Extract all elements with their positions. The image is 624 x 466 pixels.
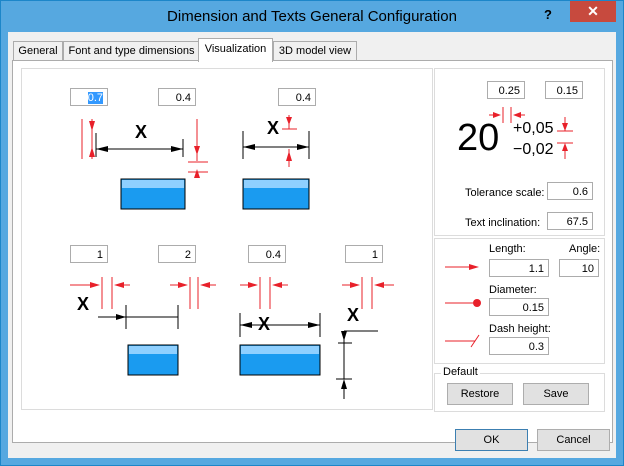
dimension-diagram-top-right (242, 115, 310, 210)
arrow-angle-label: Angle: (569, 243, 601, 255)
dash-height-field[interactable]: 0.3 (489, 337, 549, 355)
default-group: Default Restore Save (434, 366, 605, 412)
dialog-window: Dimension and Texts General Configuratio… (0, 0, 624, 466)
dot-diameter-label: Diameter: (489, 284, 537, 296)
tolerance-panel: 0.25 0.15 20 +0,05 −0,02 Tolerance scale… (434, 68, 605, 236)
arrow-length-field[interactable]: 1.1 (489, 259, 549, 277)
save-button[interactable]: Save (523, 383, 589, 405)
text-inclination-label: Text inclination: (465, 217, 541, 229)
tab-font-and-type[interactable]: Font and type dimensions (63, 41, 200, 61)
close-button[interactable]: ✕ (570, 1, 616, 22)
tolerance-big-number: 20 (457, 117, 500, 159)
restore-button[interactable]: Restore (447, 383, 513, 405)
visualization-panel: 0.7 0.4 X 0.4 X 1 2 X 0.4 1 X X 0.25 0.1… (12, 60, 613, 443)
tab-general[interactable]: General (13, 41, 63, 61)
arrow-field-top-right[interactable]: 0.4 (278, 88, 316, 106)
ok-button[interactable]: OK (455, 429, 528, 451)
dimension-letter-bottom-right: X (258, 314, 271, 334)
tolerance-scale-label: Tolerance scale: (465, 187, 545, 199)
dialog-client: General Font and type dimensions Visuali… (8, 32, 616, 458)
dash-height-label: Dash height: (489, 323, 551, 335)
title-bar[interactable]: Dimension and Texts General Configuratio… (1, 1, 623, 32)
tab-3d-model-view[interactable]: 3D model view (273, 41, 357, 61)
text-inclination-field[interactable]: 67.5 (547, 212, 593, 230)
dot-diameter-field[interactable]: 0.15 (489, 298, 549, 316)
arrow-field-bottom-left-1[interactable]: 1 (70, 245, 108, 263)
arrow-angle-field[interactable]: 10 (559, 259, 599, 277)
dimension-diagram-bottom-left (70, 277, 216, 376)
tolerance-lower: −0,02 (513, 141, 554, 158)
cancel-button[interactable]: Cancel (537, 429, 610, 451)
preview-panel: 0.7 0.4 X 0.4 X 1 2 X 0.4 1 X X (21, 68, 433, 410)
arrow-length-label: Length: (489, 243, 526, 255)
arrow-style-icons (445, 264, 481, 348)
tolerance-offset-field[interactable]: 0.15 (545, 81, 583, 99)
dimension-letter-top-right: X (267, 118, 280, 138)
arrow-field-bottom-left-2[interactable]: 2 (158, 245, 196, 263)
tolerance-upper: +0,05 (513, 120, 554, 137)
dimension-letter-bottom-right-side: X (347, 305, 360, 325)
window-title: Dimension and Texts General Configuratio… (167, 8, 457, 25)
arrow-field-bottom-right-2[interactable]: 1 (345, 245, 383, 263)
dimension-letter-bottom-left: X (77, 294, 90, 314)
tolerance-gap-field[interactable]: 0.25 (487, 81, 525, 99)
dimension-diagram-bottom-right (239, 277, 394, 399)
arrow-field-bottom-right-1[interactable]: 0.4 (248, 245, 286, 263)
arrow-length-field-top-left[interactable]: 0.7 (70, 88, 108, 106)
tolerance-scale-field[interactable]: 0.6 (547, 182, 593, 200)
arrow-gap-field-top-left[interactable]: 0.4 (158, 88, 196, 106)
tab-visualization[interactable]: Visualization (198, 38, 273, 62)
default-group-title: Default (441, 366, 480, 378)
dimension-letter-top-left: X (135, 122, 148, 142)
arrow-settings-panel: Length: Angle: 1.1 10 Diameter: 0.15 Das… (434, 238, 605, 364)
help-button[interactable]: ? (544, 7, 552, 22)
